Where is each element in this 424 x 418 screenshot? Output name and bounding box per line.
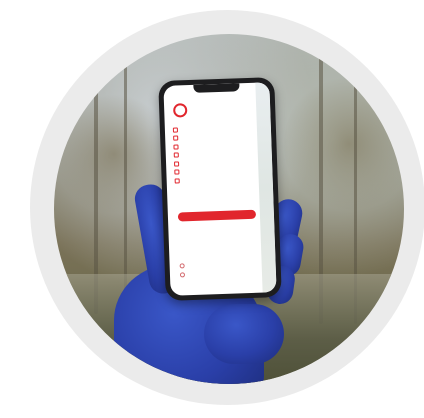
document-icon bbox=[173, 144, 179, 150]
map-preview bbox=[255, 82, 277, 293]
footer-item-help[interactable] bbox=[179, 268, 250, 279]
settings-icon bbox=[179, 263, 185, 269]
help-icon bbox=[179, 272, 186, 278]
chat-icon bbox=[174, 161, 180, 167]
app-logo-icon bbox=[172, 103, 188, 118]
smartphone bbox=[158, 77, 282, 301]
location-icon bbox=[174, 178, 180, 184]
menu-footer bbox=[179, 259, 251, 279]
menu-item-location[interactable] bbox=[174, 174, 257, 185]
background-foliage bbox=[284, 74, 404, 214]
phone-screen bbox=[163, 82, 277, 296]
notification-icon bbox=[173, 152, 179, 158]
profile-icon bbox=[172, 127, 178, 133]
building-icon bbox=[174, 169, 180, 175]
primary-action-button[interactable] bbox=[177, 209, 257, 222]
phone-notch bbox=[193, 83, 240, 93]
calendar-icon bbox=[173, 135, 179, 141]
brand-name bbox=[190, 103, 230, 104]
glove-knuckles bbox=[204, 304, 284, 364]
side-menu bbox=[172, 123, 257, 185]
